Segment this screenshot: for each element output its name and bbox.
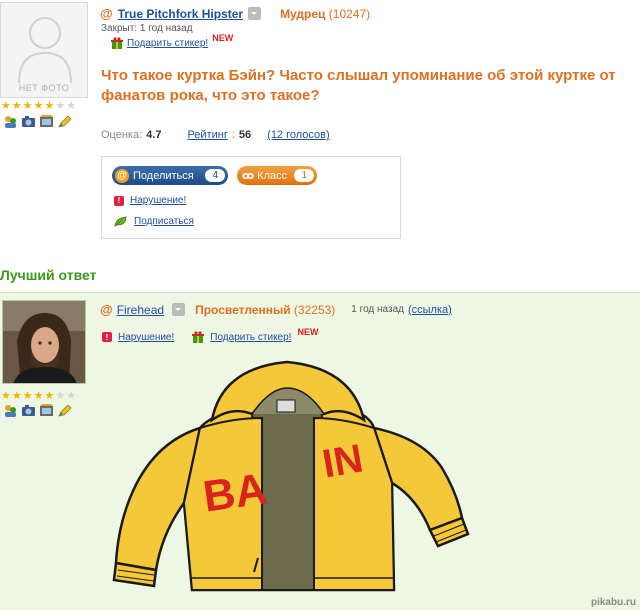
answer-author-name[interactable]: Firehead [117,303,164,317]
rating-value: 4.7 [146,129,162,141]
score-value: 56 [238,129,252,141]
question-author-stars: ★ ★ ★ ★ ★ ★ ★ [1,101,76,112]
best-answer-heading: Лучший ответ [0,267,97,283]
bain-jacket-illustration: BA IN [112,360,470,592]
share-count: 4 [205,169,225,182]
new-badge: NEW [297,327,319,337]
star-icon: ★ [66,390,77,402]
no-photo-caption: НЕТ ФОТО [18,83,70,93]
question-header: @ True Pitchfork Hipster Мудрец (10247) [100,6,370,21]
share-button[interactable]: @ Поделиться 4 [112,166,228,185]
answer-report-link[interactable]: Нарушение! [118,332,174,343]
star-icon: ★ [55,100,66,112]
answer-author-stars: ★ ★ ★ ★ ★ ★ ★ [1,391,76,402]
chevron-down-icon[interactable] [248,7,262,20]
mail-at-icon: @ [100,302,113,317]
jacket-text-right: IN [319,436,366,486]
mail-at-icon: @ [115,168,129,183]
watermark: pikabu.ru [590,597,636,608]
answer-time: 1 год назад [351,304,404,315]
report-row: ! Нарушение! [114,195,186,206]
camera-icon[interactable] [21,115,36,128]
video-icon[interactable] [39,115,54,128]
rank-points: (32253) [293,302,336,317]
pencil-icon[interactable] [57,115,72,128]
no-photo-icon [18,17,72,83]
star-icon: ★ [66,100,77,112]
warning-icon: ! [102,332,112,342]
question-author-badges [3,115,72,128]
star-icon: ★ [33,100,44,112]
score-label[interactable]: Рейтинг [187,129,227,141]
odnoklassniki-icon: ꝏ [242,170,255,182]
star-icon: ★ [22,390,33,402]
page: НЕТ ФОТО ★ ★ ★ ★ ★ ★ ★ @ True Pitchfork … [0,0,640,610]
rank-points: (10247) [328,6,371,21]
subscribe-link[interactable]: Подписаться [134,216,194,227]
answer-author-badges [3,404,72,417]
answer-author-avatar[interactable] [2,300,86,384]
class-button[interactable]: ꝏ Класс 1 [237,166,317,185]
video-icon[interactable] [39,404,54,417]
question-author-name[interactable]: True Pitchfork Hipster [118,7,243,21]
mail-at-icon: @ [100,6,113,21]
friends-icon[interactable] [3,115,18,128]
report-link[interactable]: Нарушение! [130,195,186,206]
answer-header: @ Firehead Просветленный (32253) 1 год н… [100,302,452,317]
rank-title: Просветленный [195,302,291,317]
class-label: Класс [257,169,288,182]
question-author-rank: Мудрец (10247) [280,7,370,21]
friends-icon[interactable] [3,404,18,417]
rating-label: Оценка: [101,129,143,141]
question-scores: Оценка: 4.7 Рейтинг: 56 (12 голосов) [101,129,330,141]
answer-author-rank: Просветленный (32253) [195,303,335,317]
best-answer-block: ★ ★ ★ ★ ★ ★ ★ @ Firehead Просветленный (… [0,292,640,610]
question-title: Что такое куртка Бэйн? Часто слышал упом… [101,67,616,104]
star-icon: ★ [55,390,66,402]
new-badge: NEW [212,33,234,43]
star-icon: ★ [44,100,55,112]
star-icon: ★ [11,390,22,402]
question-sticker-row: Подарить стикер! NEW [111,33,233,49]
camera-icon[interactable] [21,404,36,417]
question-author-avatar[interactable]: НЕТ ФОТО [0,2,88,98]
warning-icon: ! [114,195,124,206]
chevron-down-icon[interactable] [172,303,186,316]
gift-sticker-link[interactable]: Подарить стикер! [127,38,208,49]
votes-link[interactable]: (12 голосов) [267,129,330,141]
subscribe-icon [114,216,127,227]
answer-permalink[interactable]: (ссылка) [408,304,452,316]
jacket-text-left: BA [200,464,270,521]
pencil-icon[interactable] [57,404,72,417]
star-icon: ★ [22,100,33,112]
share-label: Поделиться [133,169,194,182]
author-photo [3,301,85,383]
subscribe-row: Подписаться [114,216,194,227]
star-icon: ★ [11,100,22,112]
gift-icon [192,331,205,343]
share-box: @ Поделиться 4 ꝏ Класс 1 ! Нарушение! По… [101,156,401,239]
gift-icon [111,37,123,49]
class-count: 1 [294,169,314,182]
star-icon: ★ [44,390,55,402]
star-icon: ★ [33,390,44,402]
star-icon: ★ [1,390,11,402]
answer-sticker-link[interactable]: Подарить стикер! [210,332,291,343]
answer-actions: ! Нарушение! Подарить стикер! NEW [102,327,318,343]
question-closed-status: Закрыт: 1 год назад [101,23,193,34]
rank-title: Мудрец [280,6,326,21]
star-icon: ★ [1,100,11,112]
